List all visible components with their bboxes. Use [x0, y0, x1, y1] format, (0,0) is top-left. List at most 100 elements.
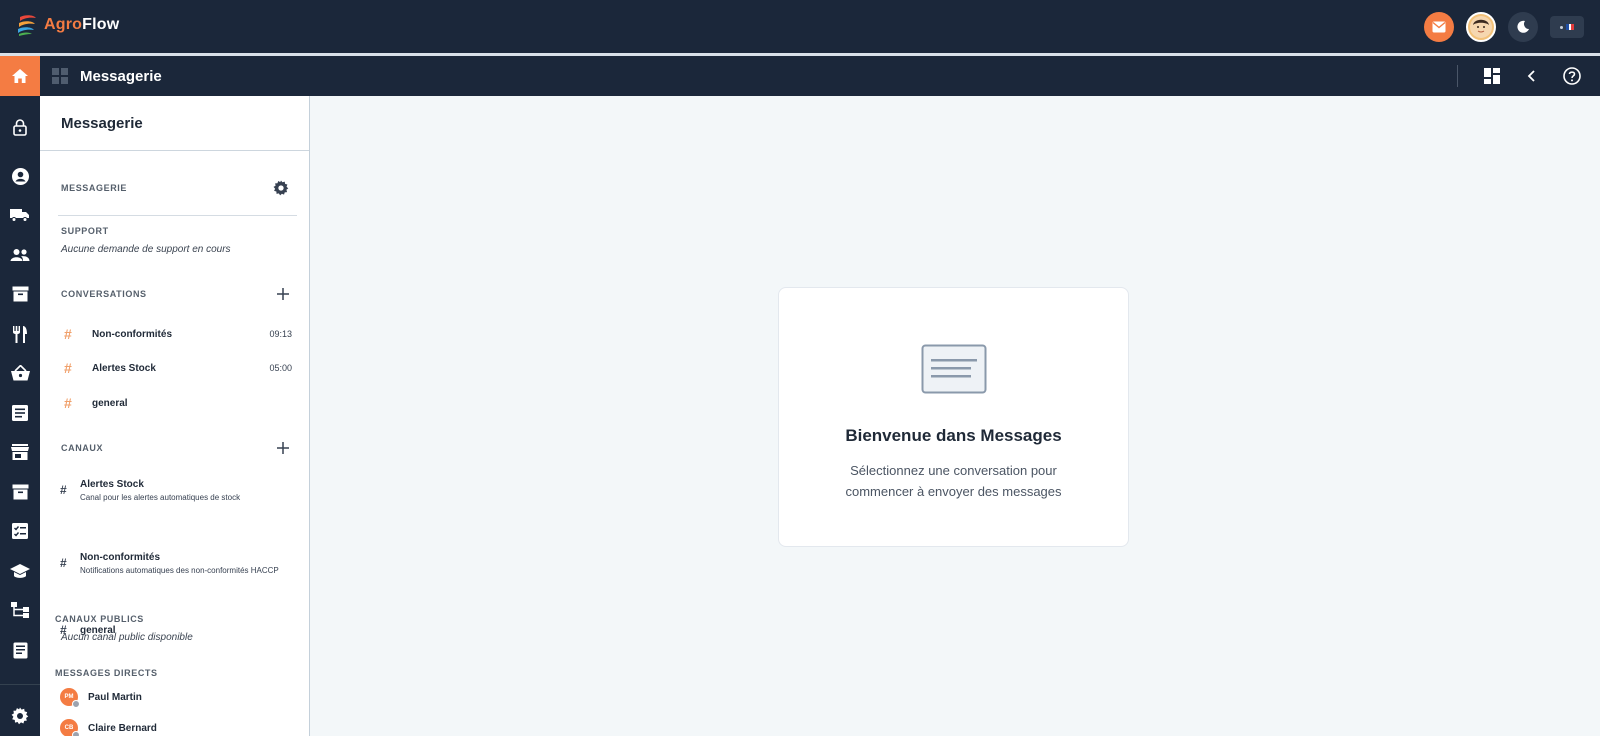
- home-icon: [12, 69, 28, 83]
- rail-item-security[interactable]: [0, 109, 40, 145]
- contact-name: Claire Bernard: [88, 722, 157, 734]
- conversation-item[interactable]: # general: [40, 388, 310, 418]
- conversation-time: 09:13: [269, 329, 292, 339]
- brand-logo[interactable]: AgroFlow: [16, 13, 119, 37]
- direct-message-item[interactable]: PM Paul Martin: [60, 688, 142, 708]
- hash-icon: #: [64, 326, 72, 342]
- utensils-icon: [13, 325, 27, 343]
- conversation-time: 05:00: [269, 363, 292, 373]
- channel-description: Canal pour les alertes automatiques de s…: [80, 492, 241, 502]
- channel-item[interactable]: # Alertes Stock Canal pour les alertes a…: [40, 474, 310, 506]
- sidebar-title: Messagerie: [40, 96, 309, 151]
- messaging-label: MESSAGERIE: [61, 183, 128, 193]
- rail-item-storage[interactable]: [0, 276, 40, 312]
- conversation-item[interactable]: # Alertes Stock 05:00: [40, 353, 310, 383]
- home-button[interactable]: [0, 56, 40, 96]
- list-document-icon: [12, 405, 28, 421]
- rail-item-account[interactable]: [0, 158, 40, 194]
- support-label: SUPPORT: [61, 226, 109, 236]
- agroflow-logo-icon: [18, 15, 36, 36]
- rail-item-reports[interactable]: [0, 632, 40, 668]
- gear-icon[interactable]: [273, 180, 289, 196]
- dashboard-layout-icon: [1484, 68, 1500, 84]
- moon-icon: [1517, 20, 1529, 33]
- help-icon: [1563, 67, 1581, 85]
- rail-item-checklist[interactable]: [0, 513, 40, 549]
- public-channels-empty-text: Aucun canal public disponible: [61, 632, 193, 643]
- support-section-header: SUPPORT: [40, 223, 310, 239]
- gear-icon: [11, 707, 29, 725]
- people-icon: [10, 249, 30, 261]
- public-channels-label: CANAUX PUBLICS: [55, 614, 144, 624]
- message-box-icon: [921, 344, 986, 394]
- rail-item-restaurant[interactable]: [0, 316, 40, 352]
- rail-item-training[interactable]: [0, 553, 40, 589]
- language-selector[interactable]: [1550, 16, 1584, 38]
- inventory-icon: [12, 484, 28, 500]
- section-divider: [58, 215, 297, 216]
- messaging-section-header: MESSAGERIE: [40, 176, 310, 200]
- brand-name: AgroFlow: [44, 16, 120, 33]
- basket-icon: [10, 365, 30, 381]
- support-empty-text: Aucune demande de support en cours: [61, 244, 231, 255]
- channel-item[interactable]: # Non-conformités Notifications automati…: [40, 546, 310, 580]
- collapse-button[interactable]: [1512, 56, 1552, 96]
- checklist-icon: [12, 523, 28, 539]
- report-icon: [13, 642, 27, 658]
- messaging-sidebar: Messagerie MESSAGERIE SUPPORT Aucune dem…: [40, 96, 310, 736]
- welcome-title: Bienvenue dans Messages: [845, 426, 1062, 445]
- status-indicator: [72, 700, 80, 708]
- conversations-section-header: CONVERSATIONS: [40, 286, 310, 302]
- chevron-left-icon: [1527, 70, 1535, 82]
- layout-button[interactable]: [1472, 56, 1512, 96]
- rail-item-hierarchy[interactable]: [0, 592, 40, 628]
- rail-item-inventory[interactable]: [0, 474, 40, 510]
- channel-description: Notifications automatiques des non-confo…: [80, 565, 279, 575]
- chevron-down-icon: [1560, 25, 1563, 29]
- help-button[interactable]: [1552, 56, 1592, 96]
- rail-divider: [0, 684, 40, 685]
- add-channel-icon[interactable]: [277, 442, 289, 454]
- module-rail: [0, 96, 40, 736]
- france-flag-icon: [1566, 24, 1575, 30]
- user-avatar[interactable]: [1466, 12, 1496, 42]
- dashboard-grid-icon: [52, 68, 68, 84]
- hash-icon: #: [60, 483, 67, 497]
- conversation-name: general: [92, 397, 128, 409]
- rail-item-delivery[interactable]: [0, 197, 40, 233]
- conversation-item[interactable]: # Non-conformités 09:13: [40, 319, 310, 349]
- direct-messages-label: MESSAGES DIRECTS: [55, 668, 158, 678]
- store-icon: [11, 444, 29, 460]
- channels-section-header: CANAUX: [40, 440, 310, 456]
- user-circle-icon: [11, 167, 29, 185]
- conversation-name: Non-conformités: [92, 328, 172, 340]
- contact-name: Paul Martin: [88, 691, 142, 703]
- rail-item-team[interactable]: [0, 237, 40, 273]
- page-header-bar: Messagerie: [0, 56, 1600, 96]
- channel-name: Non-conformités: [80, 551, 160, 563]
- page-title: Messagerie: [80, 67, 162, 85]
- direct-messages-section-header: MESSAGES DIRECTS: [40, 665, 310, 681]
- mail-button[interactable]: [1424, 12, 1454, 42]
- rail-item-settings[interactable]: [0, 698, 40, 734]
- hash-icon: #: [64, 360, 72, 376]
- user-avatar-icon: [1470, 16, 1492, 38]
- public-channels-section-header: CANAUX PUBLICS: [40, 611, 310, 627]
- status-indicator: [72, 731, 80, 736]
- hierarchy-icon: [11, 602, 29, 618]
- rail-item-store[interactable]: [0, 434, 40, 470]
- lock-icon: [13, 118, 27, 136]
- welcome-subtitle: Sélectionnez une conversation pour comme…: [845, 463, 1062, 499]
- channel-name: Alertes Stock: [80, 478, 144, 490]
- direct-message-item[interactable]: CB Claire Bernard: [60, 719, 157, 736]
- theme-toggle-button[interactable]: [1508, 12, 1538, 42]
- welcome-card: Bienvenue dans Messages Sélectionnez une…: [778, 287, 1129, 547]
- header-divider: [1457, 65, 1458, 87]
- rail-item-basket[interactable]: [0, 355, 40, 391]
- add-conversation-icon[interactable]: [277, 288, 289, 300]
- hash-icon: #: [64, 395, 72, 411]
- rail-item-documents[interactable]: [0, 395, 40, 431]
- hash-icon: #: [60, 556, 67, 570]
- avatar: CB: [60, 719, 80, 736]
- mail-icon: [1432, 21, 1446, 33]
